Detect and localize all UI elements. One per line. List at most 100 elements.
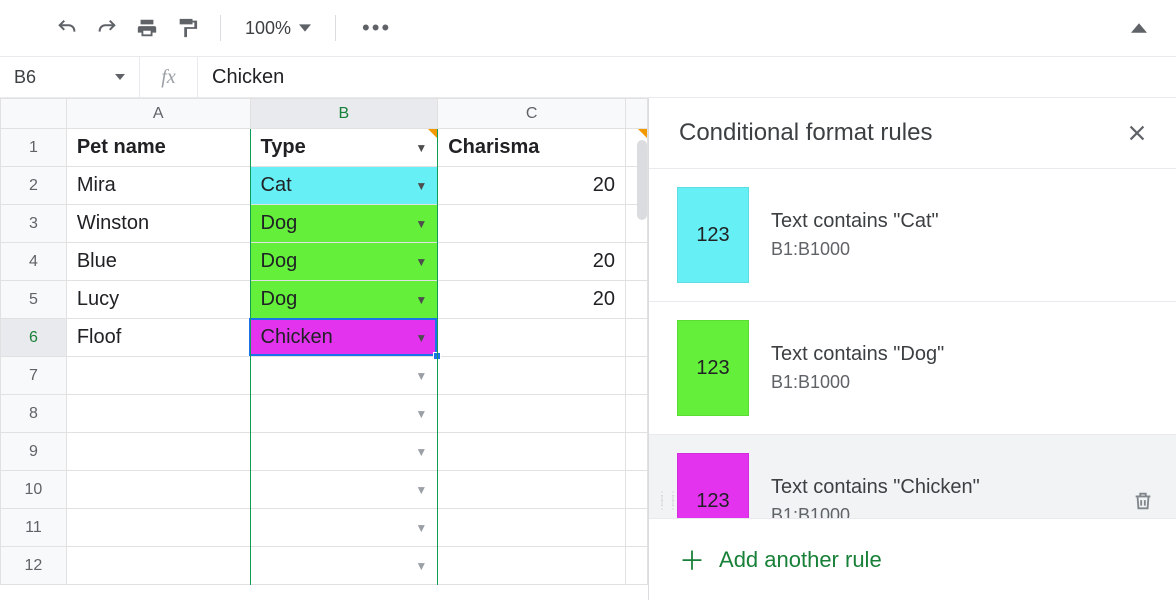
cell-D5[interactable] bbox=[625, 281, 647, 319]
row-header-12[interactable]: 12 bbox=[1, 547, 67, 585]
format-rule-0[interactable]: 123 Text contains "Cat" B1:B1000 bbox=[649, 168, 1176, 301]
cell-A11[interactable] bbox=[66, 509, 250, 547]
chevron-down-icon bbox=[299, 22, 311, 34]
row-header-5[interactable]: 5 bbox=[1, 281, 67, 319]
column-header-D[interactable] bbox=[625, 99, 647, 129]
more-button[interactable]: ••• bbox=[352, 15, 401, 41]
column-header-B[interactable]: B bbox=[250, 99, 438, 129]
cell-A7[interactable] bbox=[66, 357, 250, 395]
dropdown-icon[interactable]: ▼ bbox=[415, 407, 427, 421]
spreadsheet-grid[interactable]: ABC1Pet nameType▼Charisma2MiraCat▼203Win… bbox=[0, 98, 648, 600]
dropdown-icon[interactable]: ▼ bbox=[415, 217, 427, 231]
zoom-dropdown[interactable]: 100% bbox=[237, 18, 319, 39]
cell-B4[interactable]: Dog▼ bbox=[250, 243, 438, 281]
vertical-scrollbar[interactable] bbox=[637, 140, 647, 220]
cell-D6[interactable] bbox=[625, 319, 647, 357]
cell-C11[interactable] bbox=[438, 509, 626, 547]
row-header-3[interactable]: 3 bbox=[1, 205, 67, 243]
dropdown-icon[interactable]: ▼ bbox=[415, 445, 427, 459]
row-header-10[interactable]: 10 bbox=[1, 471, 67, 509]
column-header-A[interactable]: A bbox=[66, 99, 250, 129]
cell-B9[interactable]: ▼ bbox=[250, 433, 438, 471]
select-all-corner[interactable] bbox=[1, 99, 67, 129]
column-header-C[interactable]: C bbox=[438, 99, 626, 129]
cell-D4[interactable] bbox=[625, 243, 647, 281]
cell-C10[interactable] bbox=[438, 471, 626, 509]
dropdown-icon[interactable]: ▼ bbox=[415, 521, 427, 535]
row-header-7[interactable]: 7 bbox=[1, 357, 67, 395]
cell-C12[interactable] bbox=[438, 547, 626, 585]
cell-C2[interactable]: 20 bbox=[438, 167, 626, 205]
cell-B5[interactable]: Dog▼ bbox=[250, 281, 438, 319]
row-header-6[interactable]: 6 bbox=[1, 319, 67, 357]
cell-B2[interactable]: Cat▼ bbox=[250, 167, 438, 205]
format-rule-1[interactable]: 123 Text contains "Dog" B1:B1000 bbox=[649, 301, 1176, 434]
note-indicator[interactable] bbox=[638, 129, 647, 138]
cell-A12[interactable] bbox=[66, 547, 250, 585]
formula-input[interactable]: Chicken bbox=[198, 57, 1176, 97]
rule-title: Text contains "Cat" bbox=[771, 210, 939, 233]
cell-B3[interactable]: Dog▼ bbox=[250, 205, 438, 243]
redo-button[interactable] bbox=[90, 11, 124, 45]
cell-D9[interactable] bbox=[625, 433, 647, 471]
cell-A5[interactable]: Lucy bbox=[66, 281, 250, 319]
cell-C4[interactable]: 20 bbox=[438, 243, 626, 281]
cell-A4[interactable]: Blue bbox=[66, 243, 250, 281]
row-header-8[interactable]: 8 bbox=[1, 395, 67, 433]
cell-A2[interactable]: Mira bbox=[66, 167, 250, 205]
cell-C6[interactable] bbox=[438, 319, 626, 357]
dropdown-icon[interactable]: ▼ bbox=[415, 559, 427, 573]
cell-B1[interactable]: Type▼ bbox=[250, 129, 438, 167]
format-rule-2[interactable]: ⋮⋮⋮⋮⋮⋮ 123 Text contains "Chicken" B1:B1… bbox=[649, 434, 1176, 518]
cell-D11[interactable] bbox=[625, 509, 647, 547]
cell-A10[interactable] bbox=[66, 471, 250, 509]
cell-B6[interactable]: Chicken▼ bbox=[250, 319, 438, 357]
drag-handle-icon[interactable]: ⋮⋮⋮⋮⋮⋮ bbox=[657, 494, 679, 509]
cell-D12[interactable] bbox=[625, 547, 647, 585]
cell-C8[interactable] bbox=[438, 395, 626, 433]
dropdown-icon[interactable]: ▼ bbox=[415, 483, 427, 497]
formula-value: Chicken bbox=[212, 66, 284, 89]
formula-bar-row: B6 fx Chicken bbox=[0, 56, 1176, 98]
undo-button[interactable] bbox=[50, 11, 84, 45]
print-button[interactable] bbox=[130, 11, 164, 45]
cell-C9[interactable] bbox=[438, 433, 626, 471]
cell-C3[interactable] bbox=[438, 205, 626, 243]
cell-D7[interactable] bbox=[625, 357, 647, 395]
cell-B11[interactable]: ▼ bbox=[250, 509, 438, 547]
cell-B10[interactable]: ▼ bbox=[250, 471, 438, 509]
dropdown-icon[interactable]: ▼ bbox=[415, 255, 427, 269]
cell-A6[interactable]: Floof bbox=[66, 319, 250, 357]
delete-rule-button[interactable] bbox=[1132, 490, 1154, 512]
toolbar: 100% ••• bbox=[0, 0, 1176, 56]
cell-B12[interactable]: ▼ bbox=[250, 547, 438, 585]
dropdown-icon[interactable]: ▼ bbox=[415, 331, 427, 345]
cell-A9[interactable] bbox=[66, 433, 250, 471]
cell-A1[interactable]: Pet name bbox=[66, 129, 250, 167]
dropdown-icon[interactable]: ▼ bbox=[415, 293, 427, 307]
row-header-9[interactable]: 9 bbox=[1, 433, 67, 471]
filter-icon[interactable]: ▼ bbox=[415, 141, 427, 155]
dropdown-icon[interactable]: ▼ bbox=[415, 369, 427, 383]
cell-A8[interactable] bbox=[66, 395, 250, 433]
cell-A3[interactable]: Winston bbox=[66, 205, 250, 243]
row-header-2[interactable]: 2 bbox=[1, 167, 67, 205]
cell-D10[interactable] bbox=[625, 471, 647, 509]
cell-B8[interactable]: ▼ bbox=[250, 395, 438, 433]
collapse-toolbar-button[interactable] bbox=[1122, 11, 1156, 45]
name-box[interactable]: B6 bbox=[0, 57, 140, 97]
cell-C7[interactable] bbox=[438, 357, 626, 395]
dropdown-icon[interactable]: ▼ bbox=[415, 179, 427, 193]
cell-C1[interactable]: Charisma bbox=[438, 129, 626, 167]
row-header-4[interactable]: 4 bbox=[1, 243, 67, 281]
rule-description: Text contains "Chicken" B1:B1000 bbox=[771, 476, 980, 518]
rule-swatch: 123 bbox=[677, 320, 749, 416]
cell-B7[interactable]: ▼ bbox=[250, 357, 438, 395]
row-header-1[interactable]: 1 bbox=[1, 129, 67, 167]
paint-format-button[interactable] bbox=[170, 11, 204, 45]
add-rule-button[interactable]: ＋ Add another rule bbox=[649, 518, 1176, 600]
row-header-11[interactable]: 11 bbox=[1, 509, 67, 547]
close-panel-button[interactable] bbox=[1122, 118, 1152, 148]
cell-D8[interactable] bbox=[625, 395, 647, 433]
cell-C5[interactable]: 20 bbox=[438, 281, 626, 319]
